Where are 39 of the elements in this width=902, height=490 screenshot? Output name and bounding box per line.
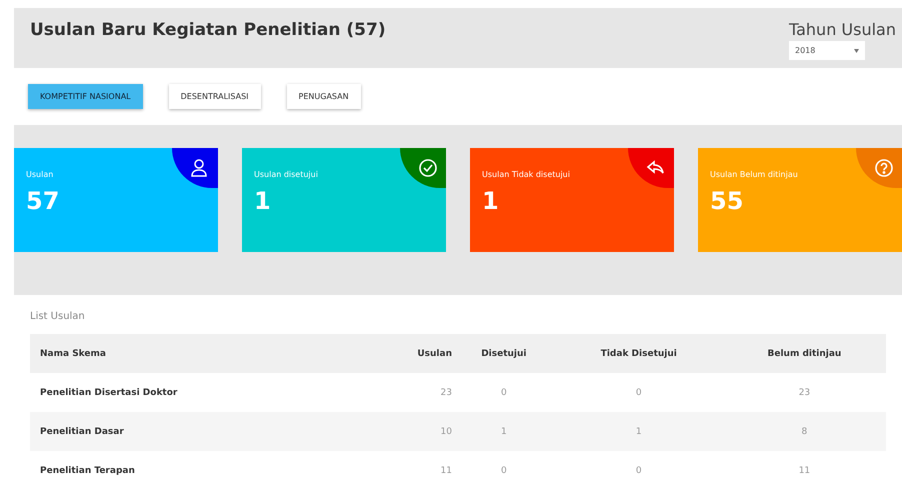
table-cell: 23 xyxy=(722,373,886,412)
caret-icon xyxy=(854,48,859,52)
table-cell: Penelitian Terapan xyxy=(30,451,371,490)
table-cell: Penelitian Dasar xyxy=(30,412,371,451)
stat-value: 1 xyxy=(254,187,272,215)
panel-title: List Usulan xyxy=(30,311,86,322)
table-cell: 11 xyxy=(722,451,886,490)
table-cell: 0 xyxy=(554,373,723,412)
check-circle-icon xyxy=(418,158,438,178)
table-cell: 0 xyxy=(554,451,723,490)
category-tab[interactable]: DESENTRALISASI xyxy=(168,84,261,109)
table-cell: 11 xyxy=(371,451,453,490)
category-tab[interactable]: KOMPETITIF NASIONAL xyxy=(28,84,143,109)
page-title: Usulan Baru Kegiatan Penelitian (57) xyxy=(30,20,386,42)
stat-label: Usulan Tidak disetujui xyxy=(482,170,571,179)
stat-value: 57 xyxy=(26,187,60,215)
table-cell: 10 xyxy=(371,412,453,451)
stat-label: Usulan Belum ditinjau xyxy=(710,170,799,179)
question-icon xyxy=(874,158,894,178)
stat-value: 55 xyxy=(710,187,744,215)
table-cell: 8 xyxy=(722,412,886,451)
year-label: Tahun Usulan xyxy=(788,20,896,39)
column-header: Belum ditinjau xyxy=(722,334,886,373)
table-cell: 1 xyxy=(554,412,723,451)
table-cell: 1 xyxy=(453,412,555,451)
user-icon xyxy=(190,158,210,178)
table-cell: 0 xyxy=(453,373,555,412)
column-header: Nama Skema xyxy=(30,334,371,373)
stat-label: Usulan xyxy=(26,170,54,179)
year-dropdown[interactable]: 2018 xyxy=(788,41,865,60)
column-header: Usulan xyxy=(371,334,453,373)
stat-label: Usulan disetujui xyxy=(254,170,319,179)
column-header: Disetujui xyxy=(453,334,555,373)
column-header: Tidak Disetujui xyxy=(554,334,723,373)
table-cell: Penelitian Disertasi Doktor xyxy=(30,373,371,412)
table-cell: 0 xyxy=(453,451,555,490)
category-tab[interactable]: PENUGASAN xyxy=(286,84,361,109)
stat-value: 1 xyxy=(482,187,500,215)
table-cell: 23 xyxy=(371,373,453,412)
